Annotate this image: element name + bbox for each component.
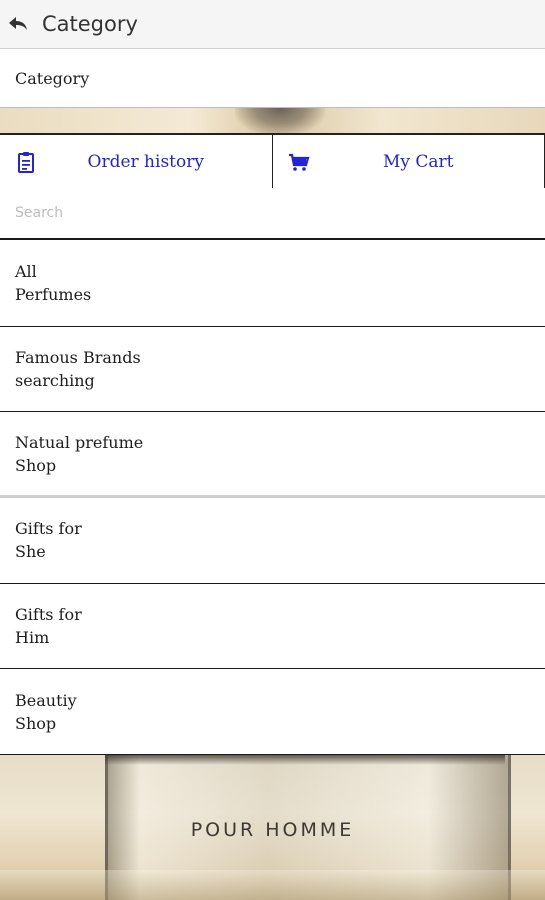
background-image-bottom: POUR HOMME [0, 755, 545, 900]
bottle-base [0, 870, 545, 900]
search-bar [0, 188, 545, 240]
list-item[interactable]: Natual prefume Shop [0, 412, 545, 499]
list-item[interactable]: Famous Brands searching [0, 327, 545, 413]
list-item-subtitle: She [15, 542, 46, 562]
back-arrow-icon [9, 17, 27, 30]
list-item-title: Natual prefume [15, 432, 144, 452]
app-bar: Category [0, 0, 545, 49]
order-history-button[interactable]: Order history [0, 135, 273, 188]
my-cart-button[interactable]: My Cart [273, 135, 545, 188]
bottle-shadow [105, 755, 505, 765]
list-item-title: Gifts for [15, 605, 82, 625]
order-history-label: Order history [87, 151, 204, 172]
cart-icon [288, 153, 309, 171]
page-title: Category [42, 12, 138, 36]
list-item[interactable]: All Perfumes [0, 241, 545, 327]
list-item-subtitle: Perfumes [15, 285, 92, 305]
category-header: Category [0, 49, 545, 108]
list-item-subtitle: searching [15, 371, 95, 391]
bottle-label-text: POUR HOMME [190, 819, 355, 841]
back-button[interactable] [0, 0, 38, 48]
list-item-title: Beautiy [15, 690, 77, 710]
action-bar: Order history My Cart [0, 133, 545, 188]
clipboard-icon [18, 152, 34, 173]
search-input[interactable] [0, 188, 545, 238]
list-item-subtitle: Shop [15, 713, 57, 733]
list-item-subtitle: Shop [15, 455, 57, 475]
list-item-title: Gifts for [15, 519, 82, 539]
list-item[interactable]: Gifts for She [0, 498, 545, 584]
bottle-cap-image [235, 108, 325, 136]
list-item[interactable]: Gifts for Him [0, 584, 545, 670]
list-item-subtitle: Him [15, 628, 50, 648]
list-item-title: All [15, 262, 37, 282]
my-cart-label: My Cart [382, 151, 454, 172]
category-list: All Perfumes Famous Brands searching Nat… [0, 241, 545, 756]
list-item[interactable]: Beautiy Shop [0, 669, 545, 756]
list-item-title: Famous Brands [15, 348, 141, 368]
background-image-top [0, 108, 545, 136]
